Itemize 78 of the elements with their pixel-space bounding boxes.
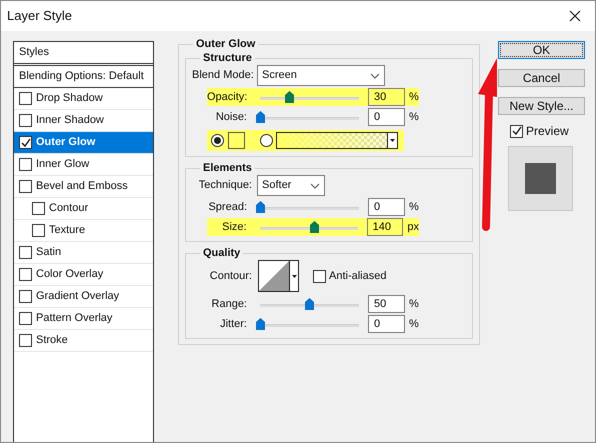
style-checkbox[interactable] [19,180,32,193]
slider-thumb[interactable] [256,201,265,213]
gradient-picker[interactable] [276,132,398,149]
unit-label: % [409,90,419,105]
style-checkbox[interactable] [19,334,32,347]
style-item[interactable]: Texture [14,220,153,242]
style-checkbox[interactable] [19,136,32,149]
slider-label: Spread: [207,200,247,215]
style-item[interactable]: Stroke [14,330,153,352]
style-checkbox[interactable] [32,202,45,215]
style-item[interactable]: Satin [14,242,153,264]
unit-label: % [409,110,419,125]
dropdown[interactable]: Screen [257,65,385,86]
slider-label: Noise: [214,110,247,125]
caret-icon [292,274,296,278]
panel-header: Styles [14,42,153,66]
radio-button[interactable] [211,134,224,147]
preview-square [525,163,556,194]
slider-thumb[interactable] [305,298,314,310]
window-title: Layer Style [7,7,72,26]
blending-options-item[interactable]: Blending Options: Default [14,66,153,88]
color-swatch[interactable] [228,132,245,149]
style-item[interactable]: Pattern Overlay [14,308,153,330]
style-checkbox[interactable] [19,268,32,281]
style-checkbox[interactable] [19,290,32,303]
style-item[interactable]: Bevel and Emboss [14,176,153,198]
slider-thumb[interactable] [256,318,265,330]
style-checkbox[interactable] [19,246,32,259]
caret-icon [390,139,395,142]
group-title: Structure [202,51,253,65]
group-title: Quality [202,246,242,260]
style-checkbox[interactable] [32,224,45,237]
checkbox-label: Anti-aliased [329,268,386,284]
field-label: Technique: [198,178,252,194]
value-field[interactable]: 140 [366,218,404,236]
slider-label: Jitter: [219,316,247,332]
slider-label: Size: [221,220,247,235]
preview-checkbox[interactable] [510,124,523,138]
unit-label: % [409,296,419,312]
dialog-button[interactable]: Cancel [498,69,585,87]
style-checkbox[interactable] [19,312,32,325]
style-checkbox[interactable] [19,158,32,171]
value-field[interactable]: 30 [368,88,405,106]
field-label: Blend Mode: [192,68,252,84]
style-item[interactable]: Inner Glow [14,154,153,176]
style-item[interactable]: Outer Glow [14,132,153,154]
unit-label: px [407,220,419,235]
value-field[interactable]: 0 [368,108,405,126]
style-item[interactable]: Color Overlay [14,264,153,286]
value-field[interactable]: 0 [368,198,405,216]
slider-thumb[interactable] [256,111,265,123]
checkbox-label: Preview [526,123,569,140]
contour-picker[interactable] [258,260,299,292]
style-checkbox[interactable] [19,92,32,105]
style-checkbox[interactable] [19,114,32,127]
value-field[interactable]: 0 [368,315,405,333]
close-icon[interactable] [569,10,581,22]
slider-thumb[interactable] [285,91,294,103]
radio-button[interactable] [260,134,273,147]
slider-thumb[interactable] [310,221,319,233]
dropdown[interactable]: Softer [257,175,325,196]
style-item[interactable]: Gradient Overlay [14,286,153,308]
unit-label: % [409,200,419,215]
field-label: Contour: [208,268,252,284]
slider-label: Range: [210,296,247,312]
value-field[interactable]: 50 [368,295,405,313]
dialog-button[interactable]: OK [498,41,585,59]
anti-aliased-checkbox[interactable] [313,270,326,282]
group-title: Elements [202,161,253,175]
dialog-button[interactable]: New Style... [498,97,585,115]
style-item[interactable]: Drop Shadow [14,88,153,110]
chevron-icon [370,72,380,78]
chevron-icon [310,182,320,188]
slider-label: Opacity: [207,90,247,105]
group-title: Outer Glow [195,37,256,51]
style-item[interactable]: Contour [14,198,153,220]
contour-curve-icon [259,261,289,291]
unit-label: % [409,316,419,332]
